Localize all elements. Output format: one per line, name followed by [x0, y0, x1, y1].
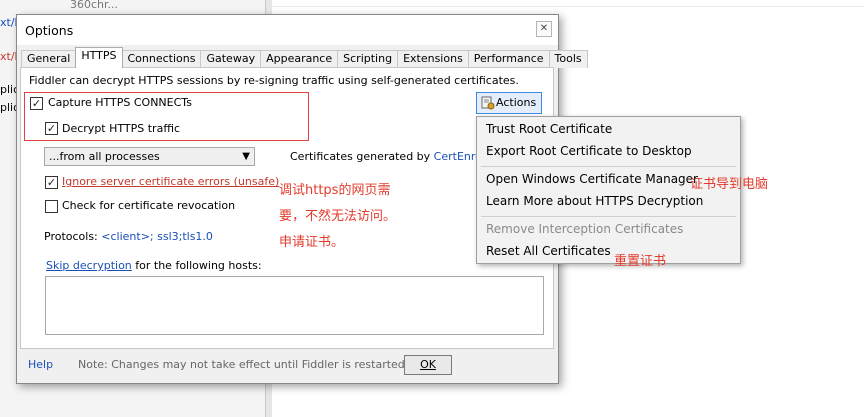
- skip-decryption-suffix: for the following hosts:: [131, 259, 262, 272]
- tab-extensions[interactable]: Extensions: [397, 50, 469, 68]
- certificate-icon: [481, 96, 495, 110]
- skip-decryption-link[interactable]: Skip decryption: [46, 259, 132, 272]
- actions-label: Actions: [496, 96, 537, 109]
- ignore-cert-errors-label: Ignore server certificate errors (unsafe…: [62, 175, 280, 188]
- ignore-cert-errors-checkbox[interactable]: ✓: [45, 176, 58, 189]
- dialog-title: Options: [25, 23, 74, 38]
- menu-item-remove-certs[interactable]: Remove Interception Certificates: [486, 222, 683, 236]
- menu-item-open-cert-manager[interactable]: Open Windows Certificate Manager: [486, 172, 698, 186]
- annotation-note-line-1: 调试https的网页需: [279, 183, 391, 198]
- cert-generator-prefix: Certificates generated by: [290, 150, 434, 163]
- protocols-label: Protocols:: [44, 230, 102, 243]
- decrypt-https-checkbox[interactable]: ✓: [45, 122, 58, 135]
- tab-tools[interactable]: Tools: [548, 50, 588, 68]
- chevron-down-icon: ▼: [242, 151, 250, 162]
- actions-button[interactable]: Actions: [476, 92, 542, 114]
- menu-separator: [481, 216, 736, 217]
- process-filter-select[interactable]: ...from all processes ▼: [44, 147, 255, 166]
- menu-item-reset-certs[interactable]: Reset All Certificates: [486, 244, 611, 258]
- menu-item-learn-more[interactable]: Learn More about HTTPS Decryption: [486, 194, 703, 208]
- footer-note: Note: Changes may not take effect until …: [78, 358, 409, 371]
- tab-https[interactable]: HTTPS: [75, 47, 123, 68]
- close-icon: ✕: [539, 23, 549, 34]
- checkmark-icon: ✓: [46, 176, 57, 189]
- tab-gateway[interactable]: Gateway: [200, 50, 262, 68]
- close-button[interactable]: ✕: [536, 21, 552, 37]
- cert-revocation-checkbox[interactable]: [45, 200, 58, 213]
- bg-top-text: 360chr...: [70, 0, 119, 11]
- protocols-row: Protocols: <client>; ssl3;tls1.0: [44, 230, 213, 243]
- tab-scripting[interactable]: Scripting: [337, 50, 399, 68]
- tab-connections[interactable]: Connections: [121, 50, 202, 68]
- capture-https-label: Capture HTTPS CONNECTs: [48, 96, 192, 109]
- skip-hosts-textarea[interactable]: [45, 276, 544, 335]
- ok-button[interactable]: OK: [404, 355, 452, 375]
- annotation-note-line-2: 要，不然无法访问。: [279, 209, 397, 224]
- decrypt-https-label: Decrypt HTTPS traffic: [62, 122, 180, 135]
- tab-performance[interactable]: Performance: [467, 50, 550, 68]
- https-description: Fiddler can decrypt HTTPS sessions by re…: [29, 74, 519, 87]
- cert-generator-text: Certificates generated by CertEnroll e: [290, 150, 498, 163]
- annotation-export-note: 证书导到电脑: [690, 177, 769, 192]
- menu-separator: [481, 166, 736, 167]
- capture-https-checkbox[interactable]: ✓: [30, 97, 43, 110]
- process-filter-value: ...from all processes: [49, 150, 160, 163]
- background-divider: [272, 6, 864, 7]
- checkmark-icon: ✓: [46, 122, 57, 135]
- cert-revocation-label: Check for certificate revocation: [62, 199, 236, 212]
- menu-item-export-root[interactable]: Export Root Certificate to Desktop: [486, 144, 692, 158]
- title-bar[interactable]: Options ✕: [17, 15, 558, 45]
- annotation-note-line-3: 申请证书。: [279, 235, 345, 250]
- tab-appearance[interactable]: Appearance: [260, 50, 339, 68]
- skip-decryption-row: Skip decryption for the following hosts:: [46, 259, 262, 272]
- protocols-link[interactable]: <client>; ssl3;tls1.0: [101, 230, 213, 243]
- tab-general[interactable]: General: [21, 50, 77, 68]
- checkmark-icon: ✓: [31, 97, 42, 110]
- annotation-reset-note: 重置证书: [614, 254, 667, 269]
- help-link[interactable]: Help: [28, 358, 53, 371]
- tab-strip: General HTTPS Connections Gateway Appear…: [21, 47, 588, 68]
- menu-item-trust-root[interactable]: Trust Root Certificate: [486, 122, 612, 136]
